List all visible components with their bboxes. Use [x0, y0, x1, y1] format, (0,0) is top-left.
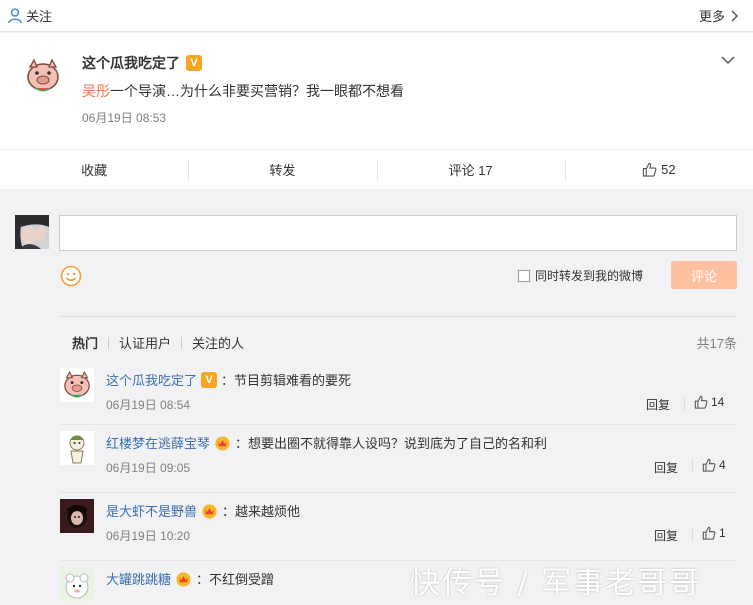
- reply-button[interactable]: 回复: [646, 396, 670, 413]
- member-crown-icon: [176, 572, 191, 587]
- thumbs-up-icon: [702, 526, 716, 540]
- follow-button[interactable]: 关注: [8, 6, 52, 25]
- comment-item: 红楼梦在逃薛宝琴 ：想要出圈不就得靠人设吗？说到底为了自己的名和利 06月19日…: [60, 424, 737, 492]
- commenter-name[interactable]: 红楼梦在逃薛宝琴: [106, 433, 210, 452]
- comment-item: 是大虾不是野兽 ：越来越烦他 06月19日 10:20 回复 1: [60, 492, 737, 560]
- more-label: 更多: [698, 9, 725, 24]
- post-time[interactable]: 06月19日 08:53: [82, 109, 166, 126]
- chevron-down-icon: [721, 56, 735, 65]
- also-forward-checkbox[interactable]: [518, 269, 530, 282]
- commenter-name[interactable]: 大罐跳跳糖: [106, 569, 171, 588]
- comment-text: ：不红倒受蹭: [196, 572, 275, 587]
- post-body: 一个导演…为什么非要买营销？我一眼都不想看: [110, 83, 404, 99]
- verified-badge-icon: V: [186, 55, 202, 71]
- favorite-button[interactable]: 收藏: [0, 150, 188, 189]
- comment-line: 这个瓜我吃定了 V ：节目剪辑难看的要死: [106, 370, 351, 389]
- also-forward-label: 同时转发到我的微博: [535, 269, 644, 283]
- comment-like-count: 1: [719, 526, 726, 540]
- comment-like-button[interactable]: 1: [692, 526, 726, 541]
- author-name[interactable]: 这个瓜我吃定了: [82, 53, 180, 73]
- reply-button[interactable]: 回复: [654, 459, 678, 476]
- post-action-bar: 收藏 转发 评论 17 52: [0, 149, 753, 189]
- commenter-name[interactable]: 是大虾不是野兽: [106, 501, 197, 520]
- tab-verified-users[interactable]: 认证用户: [109, 333, 181, 352]
- sheep-avatar-icon: [60, 567, 94, 601]
- comment-like-button[interactable]: 14: [683, 395, 725, 410]
- commenter-name[interactable]: 这个瓜我吃定了: [106, 370, 197, 389]
- comment-like-button[interactable]: 4: [692, 458, 726, 473]
- thumbs-up-icon: [702, 458, 716, 472]
- commenter-avatar[interactable]: [60, 567, 94, 601]
- emoji-button[interactable]: [60, 265, 82, 287]
- thumbs-up-icon: [642, 162, 657, 177]
- post-menu-button[interactable]: [721, 53, 735, 68]
- like-count: 52: [661, 162, 676, 177]
- smiley-icon: [60, 265, 82, 287]
- comment-line: 大罐跳跳糖 ：不红倒受蹭: [106, 569, 274, 588]
- comment-line: 是大虾不是野兽 ：越来越烦他: [106, 501, 300, 520]
- post-text: 吴彤一个导演…为什么非要买营销？我一眼都不想看: [82, 81, 404, 101]
- author-avatar[interactable]: [22, 55, 64, 97]
- user-photo-avatar-icon: [15, 215, 49, 249]
- forward-button[interactable]: 转发: [188, 150, 376, 189]
- comment-filter-bar: 热门 认证用户 关注的人 共17条: [60, 316, 737, 362]
- comment-item: 这个瓜我吃定了 V ：节目剪辑难看的要死 06月19日 08:54 回复 14: [60, 362, 737, 430]
- post-author[interactable]: 这个瓜我吃定了 V: [82, 53, 202, 73]
- comment-time[interactable]: 06月19日 10:20: [106, 527, 190, 544]
- chevron-right-icon: [731, 9, 739, 22]
- current-user-avatar[interactable]: [15, 215, 49, 249]
- member-crown-icon: [202, 504, 217, 519]
- member-crown-icon: [215, 436, 230, 451]
- mention-link[interactable]: 吴彤: [82, 83, 110, 99]
- commenter-avatar[interactable]: [60, 431, 94, 465]
- commenter-avatar[interactable]: [60, 499, 94, 533]
- photo-avatar-icon: [60, 499, 94, 533]
- favorite-label: 收藏: [81, 163, 108, 178]
- more-button[interactable]: 更多: [699, 6, 739, 25]
- comment-time[interactable]: 06月19日 08:54: [106, 396, 190, 413]
- reply-button[interactable]: 回复: [654, 527, 678, 544]
- comment-text: ：想要出圈不就得靠人设吗？说到底为了自己的名和利: [235, 436, 548, 451]
- submit-comment-button[interactable]: 评论: [671, 261, 737, 289]
- comment-like-count: 14: [711, 395, 725, 409]
- comment-label: 评论 17: [448, 163, 493, 178]
- also-forward-option[interactable]: 同时转发到我的微博: [518, 267, 643, 284]
- comment-text: ：越来越烦他: [222, 504, 301, 519]
- pig-avatar-icon: [60, 368, 94, 402]
- comment-time[interactable]: 06月19日 09:05: [106, 459, 190, 476]
- weibo-post: 这个瓜我吃定了 V 吴彤一个导演…为什么非要买营销？我一眼都不想看 06月19日…: [0, 33, 753, 149]
- comment-like-count: 4: [719, 458, 726, 472]
- pig-avatar-icon: [22, 55, 64, 97]
- tab-hot[interactable]: 热门: [72, 333, 108, 352]
- thumbs-up-icon: [694, 395, 708, 409]
- tab-following[interactable]: 关注的人: [182, 333, 254, 352]
- commenter-avatar[interactable]: [60, 368, 94, 402]
- comment-total: 共17条: [696, 336, 737, 351]
- like-button[interactable]: 52: [564, 150, 753, 189]
- watermark: 快传号 / 军事老哥哥: [410, 566, 702, 601]
- follow-label: 关注: [26, 9, 53, 24]
- comment-line: 红楼梦在逃薛宝琴 ：想要出圈不就得靠人设吗？说到底为了自己的名和利: [106, 433, 547, 452]
- comment-button[interactable]: 评论 17: [376, 150, 565, 189]
- verified-badge-icon: V: [201, 371, 218, 388]
- comment-text: ：节目剪辑难看的要死: [221, 373, 352, 388]
- user-icon: [8, 7, 22, 23]
- top-bar: 关注 更多: [0, 0, 753, 32]
- comment-input[interactable]: [59, 215, 737, 251]
- cartoon-avatar-icon: [60, 431, 94, 465]
- forward-label: 转发: [269, 163, 296, 178]
- comment-filter-tabs: 热门 认证用户 关注的人: [72, 333, 254, 352]
